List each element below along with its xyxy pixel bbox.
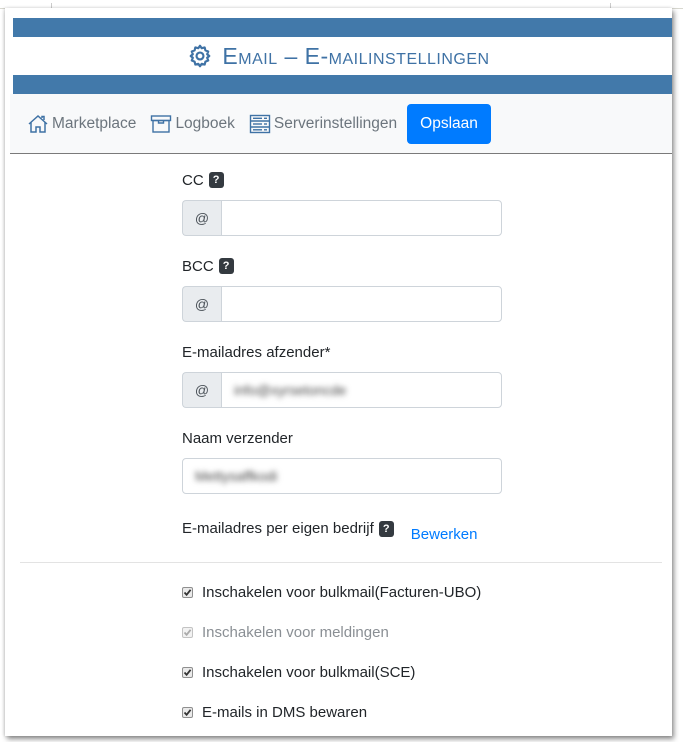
per-company-group: E-mailadres per eigen bedrijf ? Bewerken (182, 514, 502, 543)
nav-logboek-label: Logboek (175, 114, 235, 132)
save-button[interactable]: Opslaan (407, 103, 491, 144)
settings-window: Email – E-mailinstellingen Marketplace L… (5, 8, 672, 736)
bcc-group: BCC ? @ (182, 256, 502, 322)
nav-serverinstellingen[interactable]: Serverinstellingen (249, 114, 397, 134)
section-divider (20, 562, 662, 563)
header-band-bottom (13, 75, 672, 94)
checkmark-icon (183, 709, 192, 717)
sender-name-value: Mettysaffkodi (195, 468, 278, 484)
bcc-label: BCC ? (182, 256, 502, 276)
sender-email-input-group: @ info@xyrsetoncde (182, 372, 502, 408)
cc-label-text: CC (182, 171, 204, 189)
checkbox[interactable] (182, 707, 193, 718)
checkbox-label: Inschakelen voor meldingen (202, 624, 389, 641)
checkbox-bulkmail-sce[interactable]: Inschakelen voor bulkmail(SCE) (182, 664, 415, 681)
toolbar: Marketplace Logboek Serverinstellingen O… (10, 94, 672, 154)
checkbox-label: Inschakelen voor bulkmail(SCE) (202, 664, 416, 681)
sender-name-input[interactable]: Mettysaffkodi (182, 458, 502, 494)
nav-marketplace[interactable]: Marketplace (27, 114, 136, 134)
at-sign-addon: @ (182, 286, 221, 322)
sender-name-group: Naam verzender Mettysaffkodi (182, 428, 502, 494)
sender-name-label: Naam verzender (182, 429, 293, 447)
gear-icon (190, 44, 211, 68)
at-sign-addon: @ (182, 200, 221, 236)
sender-email-input[interactable]: info@xyrsetoncde (221, 372, 502, 408)
archive-box-icon (151, 114, 172, 133)
help-icon[interactable]: ? (218, 258, 234, 274)
server-icon (249, 114, 271, 133)
help-icon[interactable]: ? (208, 172, 224, 188)
help-icon[interactable]: ? (378, 520, 394, 537)
checkbox[interactable] (182, 667, 193, 678)
sender-email-label: E-mailadres afzender* (182, 343, 331, 361)
bcc-label-text: BCC (182, 257, 214, 275)
nav-marketplace-label: Marketplace (52, 114, 137, 132)
checkbox (182, 627, 193, 638)
checkbox-bulkmail-facturen-ubo[interactable]: Inschakelen voor bulkmail(Facturen-UBO) (182, 584, 481, 601)
bcc-input[interactable] (221, 286, 502, 322)
checkmark-icon (183, 589, 192, 597)
per-company-label: E-mailadres per eigen bedrijf ? (182, 519, 394, 539)
sender-name-input-group: Mettysaffkodi (182, 458, 502, 494)
nav-serverinstellingen-label: Serverinstellingen (273, 114, 398, 132)
checkbox-label: E-mails in DMS bewaren (202, 704, 368, 721)
nav-logboek[interactable]: Logboek (150, 114, 235, 134)
per-company-label-text: E-mailadres per eigen bedrijf (182, 520, 374, 537)
at-sign-addon: @ (182, 372, 221, 408)
cc-group: CC ? @ (182, 170, 502, 236)
checkmark-icon (183, 629, 192, 637)
edit-link[interactable]: Bewerken (411, 526, 478, 543)
checkbox[interactable] (182, 587, 193, 598)
cc-input[interactable] (221, 200, 502, 236)
bcc-input-group: @ (182, 286, 502, 322)
sender-email-group: E-mailadres afzender* @ info@xyrsetoncde (182, 342, 502, 408)
page-title-text: Email – E-mailinstellingen (222, 42, 490, 69)
sender-email-value: info@xyrsetoncde (234, 382, 347, 398)
checkbox-meldingen: Inschakelen voor meldingen (182, 624, 389, 641)
header-band-top (13, 18, 672, 37)
cc-input-group: @ (182, 200, 502, 236)
checkbox-dms-bewaren[interactable]: E-mails in DMS bewaren (182, 704, 367, 721)
home-icon (28, 114, 48, 133)
checkmark-icon (183, 669, 192, 677)
page-title: Email – E-mailinstellingen (5, 37, 672, 75)
cc-label: CC ? (182, 170, 502, 190)
checkbox-label: Inschakelen voor bulkmail(Facturen-UBO) (202, 584, 482, 601)
